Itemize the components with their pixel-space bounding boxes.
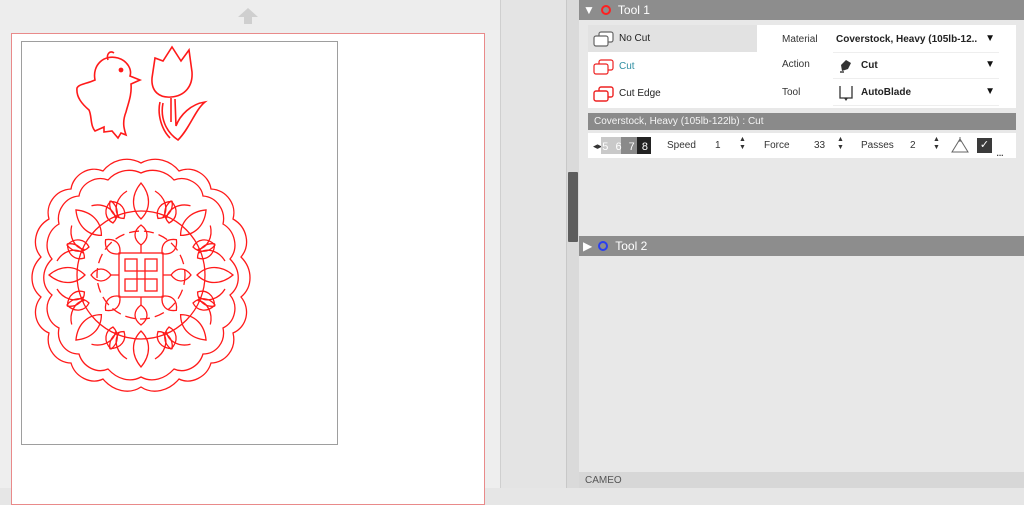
mandala-design[interactable] [31,158,251,392]
passes-value[interactable]: 2 [910,140,916,151]
machine-name: CAMEO [585,474,622,486]
more-options-icon[interactable]: ... [996,145,1004,159]
speed-label: Speed [667,140,696,151]
action-dropdown[interactable]: Cut ▼ [833,53,999,79]
tool2-color-ring-icon [598,241,609,251]
status-bar: CAMEO [579,472,1024,488]
mode-cut[interactable]: Cut [588,53,757,80]
speed-value[interactable]: 1 [715,140,721,151]
material-summary-bar: Coverstock, Heavy (105lb-122lb) : Cut [588,113,1016,130]
panel-splitter[interactable] [566,0,580,488]
tool1-title: Tool 1 [617,3,650,17]
tool1-header[interactable]: ▼ Tool 1 [579,0,1024,20]
cut-icon [593,58,614,75]
passes-stepper[interactable]: ▲ ▼ [933,136,940,152]
test-cut-icon[interactable] [950,137,970,154]
material-label: Material [782,34,818,45]
material-dropdown[interactable]: Coverstock, Heavy (105lb-12.. ▼ [833,27,999,53]
tulip-design[interactable] [151,45,208,142]
material-value: Coverstock, Heavy (105lb-12.. [836,34,978,45]
cut-settings-row: ◂▸ 5 6 7 8 9 Speed 1 ▲▼ Force 33 ▲▼ Pass… [588,133,1016,159]
force-label: Force [764,140,790,151]
cutting-canvas[interactable] [0,0,566,505]
autoblade-icon [839,85,853,101]
mode-no-cut-label: No Cut [619,33,651,44]
no-cut-icon [593,30,614,47]
tool-label: Tool [782,87,801,98]
chevron-down-icon: ▼ [985,33,995,44]
material-summary: Coverstock, Heavy (105lb-122lb) : Cut [594,116,764,127]
mode-cut-edge-label: Cut Edge [619,88,661,99]
mode-no-cut[interactable]: No Cut [588,25,757,52]
blade-depth-preview[interactable]: ◂▸ 5 6 7 8 9 [593,137,655,154]
action-label: Action [782,59,810,70]
send-panel: ▼ Tool 1 No Cut Cut Cut Edge Material Ac… [579,0,1024,488]
expand-triangle-icon[interactable]: ▶ [583,239,592,253]
tool-value: AutoBlade [861,87,911,98]
mode-cut-label: Cut [619,61,635,72]
force-value[interactable]: 33 [814,140,825,151]
force-stepper[interactable]: ▲ ▼ [837,136,844,152]
tool1-color-ring-icon [600,5,611,15]
blade-preview-digits: 5 6 7 8 9 [602,142,655,154]
chick-design[interactable] [76,51,143,140]
collapse-triangle-icon[interactable]: ▼ [583,3,595,17]
mode-cut-edge[interactable]: Cut Edge [588,80,757,107]
cut-edge-icon [593,85,614,102]
action-value: Cut [861,60,878,71]
tool2-title: Tool 2 [615,239,648,253]
chevron-down-icon: ▼ [985,86,995,97]
speed-stepper[interactable]: ▲ ▼ [739,136,746,152]
blade-action-icon [840,59,851,73]
tool-dropdown[interactable]: AutoBlade ▼ [833,80,999,106]
scrollbar-thumb[interactable] [568,172,578,242]
design-shapes[interactable] [0,0,500,488]
passes-label: Passes [861,140,894,151]
enable-checkbox[interactable]: ✓ [977,138,992,153]
tool2-header[interactable]: ▶ Tool 2 [579,236,1024,256]
chevron-down-icon: ▼ [985,59,995,70]
